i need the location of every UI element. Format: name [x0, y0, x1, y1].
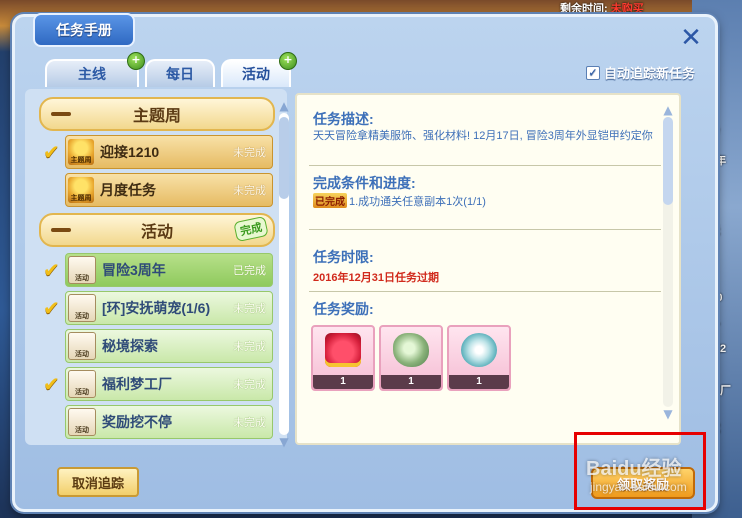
description-text: 天天冒险拿精美服饰、强化材料! 12月17日, 冒险3周年外显铠甲约定你	[313, 130, 653, 142]
tab-label: 主线	[78, 66, 106, 82]
quest-name: 奖励挖不停	[102, 414, 172, 430]
watermark: Baidu经验 jingyan.baidu.com	[586, 452, 726, 502]
auto-track-toggle[interactable]: ✓ 自动追踪新任务	[585, 63, 695, 82]
quest-name: [环]安抚萌宠(1/6)	[102, 300, 211, 316]
new-plus-icon: +	[279, 52, 297, 70]
scrollbar-thumb[interactable]	[279, 117, 289, 199]
divider	[309, 229, 661, 230]
scroll-icon: 活动	[68, 332, 96, 360]
quest-name: 福利梦工厂	[102, 376, 172, 392]
condition-heading: 完成条件和进度:	[313, 175, 416, 191]
list-item-quest[interactable]: 活动 福利梦工厂 未完成	[65, 367, 273, 401]
gift-box-icon	[325, 333, 361, 367]
window-title: 任务手册	[33, 13, 135, 47]
scroll-up-arrow-icon[interactable]: ▲	[277, 99, 291, 113]
divider	[309, 165, 661, 166]
auto-track-label: 自动追踪新任务	[603, 66, 695, 81]
time-limit-heading: 任务时限:	[313, 249, 374, 265]
list-item-quest[interactable]: 主题周 迎接1210 未完成	[65, 135, 273, 169]
tab-activity[interactable]: 活动 +	[221, 52, 297, 87]
tracked-check-icon[interactable]: ✔	[43, 298, 61, 318]
scroll-down-arrow-icon[interactable]: ▼	[661, 407, 675, 421]
watermark-url: jingyan.baidu.com	[590, 480, 687, 494]
scroll-icon: 活动	[68, 370, 96, 398]
tracked-check-icon[interactable]: ✔	[43, 374, 61, 394]
quest-list-panel: 主题周 ✔ 主题周 迎接1210 未完成 主题周 月度任务 未完成 活动 完成 …	[25, 89, 287, 445]
quest-status: 未完成	[233, 417, 266, 429]
list-item-quest[interactable]: 活动 [环]安抚萌宠(1/6) 未完成	[65, 291, 273, 325]
section-title: 主题周	[132, 108, 181, 125]
quest-status: 未完成	[233, 147, 266, 159]
tab-daily[interactable]: 每日	[145, 59, 215, 87]
reward-count: 1	[381, 375, 441, 389]
tracked-check-icon[interactable]: ✔	[43, 142, 61, 162]
quest-status: 未完成	[233, 379, 266, 391]
quest-name: 迎接1210	[100, 144, 160, 160]
reward-count: 1	[449, 375, 509, 389]
reward-heading: 任务奖励:	[313, 301, 374, 317]
scrollbar-thumb[interactable]	[663, 117, 673, 205]
tab-main-quest[interactable]: 主线 +	[45, 52, 145, 87]
scroll-up-arrow-icon[interactable]: ▲	[661, 103, 675, 117]
completed-stamp: 完成	[233, 215, 269, 243]
new-plus-icon: +	[127, 52, 145, 70]
list-item-quest[interactable]: 活动 奖励挖不停 未完成	[65, 405, 273, 439]
auto-track-checkbox[interactable]: ✓	[585, 65, 600, 80]
tab-bar: 主线 + 每日 活动 +	[45, 52, 297, 87]
quest-status: 未完成	[233, 303, 266, 315]
section-title: 活动	[140, 224, 173, 241]
quest-status: 未完成	[233, 185, 266, 197]
reward-slot[interactable]: 1	[311, 325, 375, 391]
quest-detail-panel: 任务描述: 天天冒险拿精美服饰、强化材料! 12月17日, 冒险3周年外显铠甲约…	[295, 93, 681, 445]
scroll-icon: 活动	[68, 256, 96, 284]
magic-crystal-icon	[461, 333, 497, 367]
reward-slot[interactable]: 1	[447, 325, 511, 391]
crystal-stone-icon	[393, 333, 429, 367]
quest-name: 冒险3周年	[102, 262, 166, 278]
tab-label: 每日	[166, 66, 194, 82]
collapse-icon	[51, 112, 71, 116]
condition-text: 1.成功通关任意副本1次(1/1)	[349, 196, 486, 208]
quest-status: 已完成	[233, 265, 266, 277]
condition-row: 已完成 1.成功通关任意副本1次(1/1)	[313, 193, 653, 209]
completed-tag: 已完成	[313, 193, 347, 208]
time-limit-text: 2016年12月31日任务过期	[313, 272, 439, 284]
scroll-icon: 活动	[68, 294, 96, 322]
tab-label: 活动	[242, 66, 270, 82]
scroll-down-arrow-icon[interactable]: ▼	[277, 435, 291, 449]
divider	[309, 291, 661, 292]
reward-slot[interactable]: 1	[379, 325, 443, 391]
quest-status: 未完成	[233, 341, 266, 353]
close-icon[interactable]: ✕	[679, 25, 703, 51]
quest-name: 秘境探索	[102, 338, 158, 354]
collapse-icon	[51, 228, 71, 232]
star-icon: 主题周	[68, 177, 94, 203]
cancel-tracking-button[interactable]: 取消追踪	[57, 467, 139, 497]
section-header-theme-week[interactable]: 主题周	[39, 97, 275, 131]
star-icon: 主题周	[68, 139, 94, 165]
list-item-quest[interactable]: 活动 秘境探索 未完成	[65, 329, 273, 363]
section-header-activity[interactable]: 活动 完成	[39, 213, 275, 247]
scroll-icon: 活动	[68, 408, 96, 436]
list-item-quest[interactable]: 活动 冒险3周年 已完成	[65, 253, 273, 287]
tracked-check-icon[interactable]: ✔	[43, 260, 61, 280]
detail-scrollbar[interactable]	[663, 117, 673, 407]
quest-name: 月度任务	[100, 182, 156, 198]
list-item-quest[interactable]: 主题周 月度任务 未完成	[65, 173, 273, 207]
reward-count: 1	[313, 375, 373, 389]
watermark-main: Baidu经验	[586, 458, 682, 480]
description-heading: 任务描述:	[313, 111, 374, 127]
quest-list-scrollbar[interactable]	[279, 113, 289, 435]
